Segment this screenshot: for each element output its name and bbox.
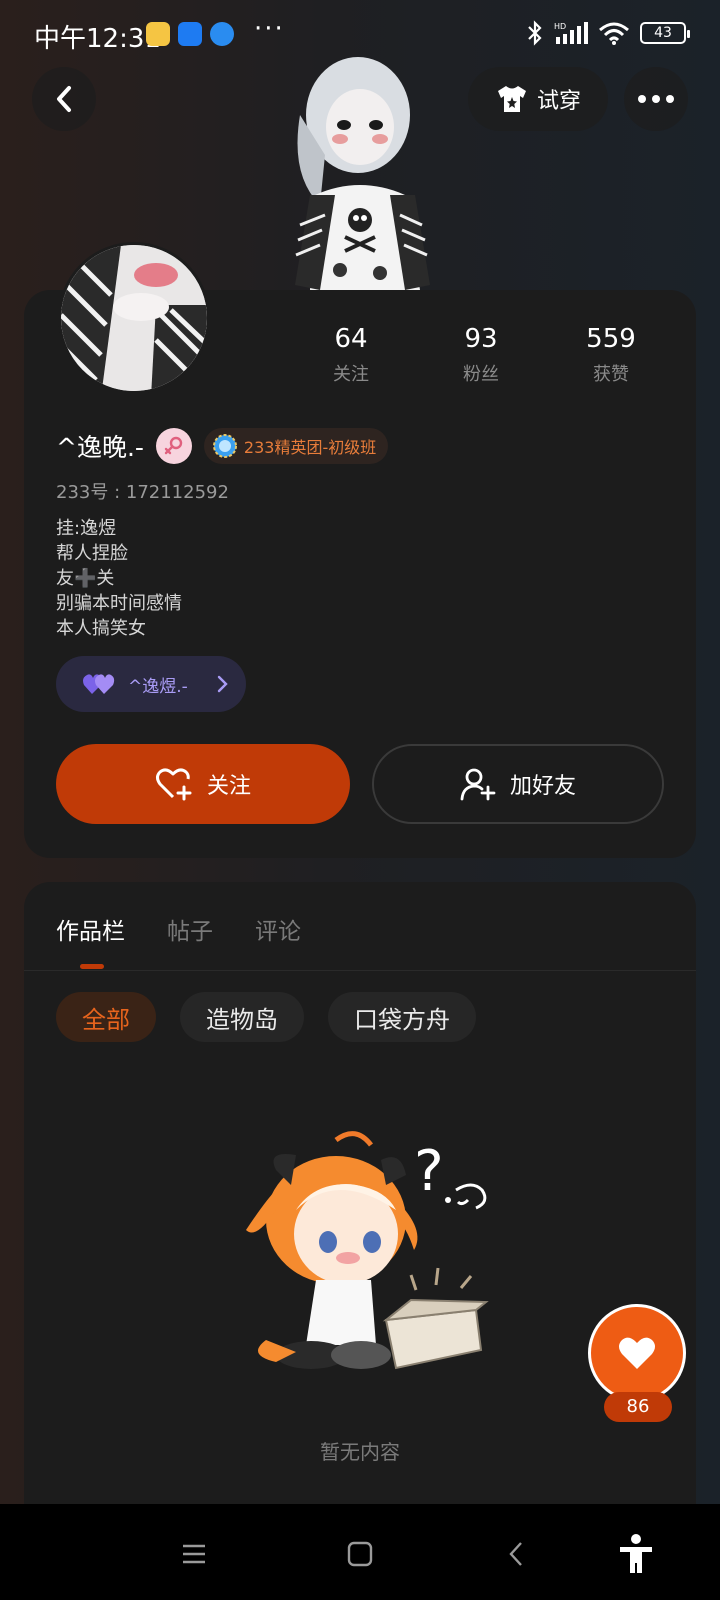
- heart-plus-icon: [155, 768, 192, 801]
- content-tabs: 作品栏 帖子 评论: [56, 912, 301, 946]
- system-back-button[interactable]: [494, 1532, 538, 1576]
- try-on-label: 试穿: [536, 89, 581, 114]
- rank-badge-label: 233精英团-初级班: [243, 438, 377, 457]
- add-friend-label: 加好友: [509, 774, 576, 799]
- heart-icon: [619, 1337, 655, 1369]
- linked-partner-name: ^逸煜.-: [128, 676, 188, 697]
- works-filters: 全部 造物岛 口袋方舟: [56, 992, 476, 1042]
- back-button[interactable]: [32, 67, 96, 131]
- bio: 挂:逸煜 帮人捏脸 友➕关 别骗本时间感情 本人搞笑女: [56, 516, 182, 641]
- menu-icon: [183, 1544, 205, 1564]
- system-nav-bar: [0, 1504, 720, 1600]
- bluetooth-icon: [528, 20, 542, 46]
- filter-all[interactable]: 全部: [56, 992, 156, 1042]
- chevron-right-icon: [217, 675, 228, 693]
- username-row: ^逸晚.- 233精英团-初级班: [56, 428, 389, 464]
- app-store-icon: [178, 22, 202, 46]
- stat-label: 粉丝: [463, 364, 499, 385]
- filter-creation-island[interactable]: 造物岛: [180, 992, 304, 1042]
- stat-value: 559: [586, 324, 636, 354]
- tab-posts[interactable]: 帖子: [167, 912, 213, 946]
- accessibility-button[interactable]: [614, 1532, 658, 1576]
- add-person-icon: [460, 768, 496, 801]
- more-notifications-icon: ···: [254, 14, 285, 44]
- stat-label: 关注: [333, 364, 369, 385]
- battery-indicator: 43: [640, 22, 690, 44]
- stat-following[interactable]: 64 关注: [286, 324, 416, 386]
- stat-fans[interactable]: 93 粉丝: [416, 324, 546, 386]
- bio-line: 帮人捏脸: [56, 543, 128, 564]
- square-icon: [347, 1541, 373, 1567]
- more-options-button[interactable]: [624, 67, 688, 131]
- wifi-icon: [599, 22, 629, 45]
- profile-stats: 64 关注 93 粉丝 559 获赞: [286, 324, 676, 386]
- chevron-left-icon: [57, 86, 71, 112]
- bio-line: 友➕关: [56, 568, 115, 589]
- recent-apps-button[interactable]: [172, 1532, 216, 1576]
- svg-text:HD: HD: [554, 22, 566, 31]
- add-friend-button[interactable]: 加好友: [372, 744, 664, 824]
- active-tab-indicator: [80, 964, 104, 969]
- like-count: 86: [604, 1392, 672, 1422]
- stat-value: 64: [334, 324, 368, 354]
- bio-line: 挂:逸煜: [56, 518, 117, 539]
- avatar-3d-figure: [295, 57, 430, 290]
- user-id: 233号 : 172112592: [56, 482, 229, 503]
- try-on-button[interactable]: 试穿: [468, 67, 608, 131]
- tab-comments[interactable]: 评论: [255, 912, 301, 946]
- tshirt-icon: [497, 86, 526, 112]
- accessibility-icon: [620, 1534, 652, 1573]
- more-horizontal-icon: [638, 95, 674, 103]
- status-time: 中午12:31: [34, 24, 161, 54]
- stat-label: 获赞: [593, 364, 629, 385]
- signal-icon: HD: [554, 22, 588, 44]
- svg-text:?: ?: [414, 1139, 444, 1204]
- avatar[interactable]: [58, 242, 210, 394]
- tabs-divider: [24, 970, 696, 971]
- tab-works[interactable]: 作品栏: [56, 912, 125, 946]
- empty-state-illustration: ?: [246, 1131, 489, 1370]
- stat-likes[interactable]: 559 获赞: [546, 324, 676, 386]
- double-heart-icon: [83, 674, 115, 694]
- gear-medal-icon: [212, 434, 237, 458]
- bio-line: 本人搞笑女: [56, 618, 146, 639]
- filter-pocket-ark[interactable]: 口袋方舟: [328, 992, 476, 1042]
- username: ^逸晚.-: [56, 433, 144, 462]
- follow-button[interactable]: 关注: [56, 744, 350, 824]
- chevron-left-icon: [509, 1542, 522, 1566]
- linked-partner-tag[interactable]: ^逸煜.-: [56, 656, 246, 712]
- empty-state-text: 暂无内容: [320, 1440, 400, 1464]
- compass-app-icon: [210, 22, 234, 46]
- mi-app-icon: [146, 22, 170, 46]
- follow-label: 关注: [206, 774, 251, 799]
- home-button[interactable]: [338, 1532, 382, 1576]
- like-button[interactable]: [588, 1304, 686, 1402]
- rank-badge[interactable]: 233精英团-初级班: [203, 428, 389, 464]
- avatar-image: [61, 245, 207, 391]
- stat-value: 93: [464, 324, 498, 354]
- female-gender-icon: [155, 428, 192, 464]
- bio-line: 别骗本时间感情: [56, 593, 182, 614]
